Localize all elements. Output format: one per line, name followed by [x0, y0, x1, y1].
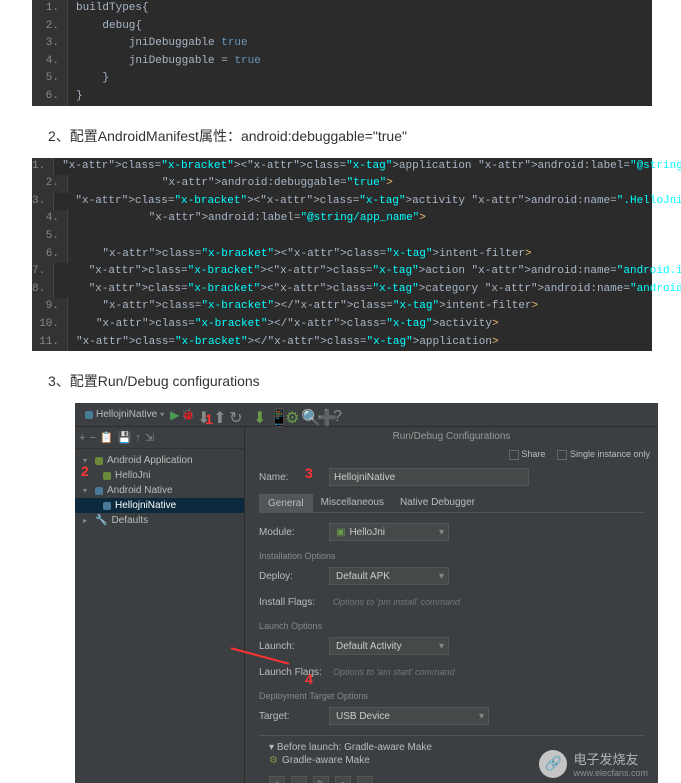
add-config-button[interactable]: +	[79, 432, 85, 444]
native-icon	[95, 487, 103, 495]
tab-general[interactable]: General	[259, 494, 313, 513]
edit-task-button[interactable]: ✎	[313, 776, 329, 783]
install-flags-label: Install Flags:	[259, 597, 329, 608]
launch-section-label: Launch Options	[259, 621, 644, 631]
tree-android-native[interactable]: ▾Android Native	[75, 483, 244, 498]
android-icon	[103, 472, 111, 480]
code-block-gradle: 1.buildTypes{ 2. debug{ 3. jniDebuggable…	[32, 0, 652, 106]
run-icon[interactable]: ▶	[170, 408, 179, 422]
remove-task-button[interactable]: −	[291, 776, 307, 783]
module-label: Module:	[259, 527, 329, 538]
step-2-heading: 2、配置AndroidManifest属性：android:debuggable…	[48, 126, 649, 146]
step-3-heading: 3、配置Run/Debug configurations	[48, 371, 649, 391]
launch-flags-label: Launch Flags:	[259, 667, 329, 678]
wrench-icon: 🔧	[95, 515, 107, 526]
toolbar-icon[interactable]: ⬇	[253, 408, 267, 422]
ide-screenshot: HellojniNative ▾ ▶ 🐞 ⬇ ⬆ ↻ ⬇ 📱 ⚙ 🔍 ➕ ? +…	[75, 403, 658, 783]
target-label: Target:	[259, 711, 329, 722]
tree-hellojni-native[interactable]: HellojniNative	[75, 498, 244, 513]
remove-config-button[interactable]: −	[89, 432, 95, 444]
collapse-button[interactable]: ⇲	[145, 431, 154, 444]
toolbar-icon[interactable]: ↻	[229, 408, 243, 422]
line-number: 1.	[32, 0, 68, 18]
install-section-label: Installation Options	[259, 551, 644, 561]
tree-hellojni[interactable]: HelloJni	[75, 468, 244, 483]
move-up-button[interactable]: ↑	[135, 432, 141, 444]
config-form-panel: Run/Debug Configurations Share Single in…	[245, 427, 658, 783]
toolbar-icon[interactable]: ➕	[317, 408, 331, 422]
config-tabs: General Miscellaneous Native Debugger	[259, 494, 644, 513]
debug-icon[interactable]: 🐞	[181, 408, 195, 421]
toolbar-icon[interactable]: ⚙	[285, 408, 299, 422]
deploy-label: Deploy:	[259, 571, 329, 582]
module-dropdown[interactable]: ▣HelloJni	[329, 523, 449, 541]
move-down-task-button[interactable]: ↓	[357, 776, 373, 783]
code-block-manifest: 1."x-attr">class="x-bracket"><"x-attr">c…	[32, 158, 652, 352]
toolbar-icon[interactable]: ?	[333, 408, 347, 422]
android-icon	[95, 457, 103, 465]
add-task-button[interactable]: +	[269, 776, 285, 783]
launch-dropdown[interactable]: Default Activity	[329, 637, 449, 655]
main-toolbar: HellojniNative ▾ ▶ 🐞 ⬇ ⬆ ↻ ⬇ 📱 ⚙ 🔍 ➕ ?	[75, 403, 658, 427]
run-config-selector[interactable]: HellojniNative ▾	[81, 409, 168, 420]
config-tree: ▾Android Application HelloJni ▾Android N…	[75, 449, 244, 532]
launch-label: Launch:	[259, 641, 329, 652]
save-config-button[interactable]: 💾	[118, 431, 132, 444]
tree-android-app[interactable]: ▾Android Application	[75, 453, 244, 468]
name-label: Name:	[259, 472, 329, 483]
tree-toolbar: + − 📋 💾 ↑ ⇲	[75, 427, 244, 449]
target-dropdown[interactable]: USB Device	[329, 707, 489, 725]
native-icon	[85, 411, 93, 419]
tab-miscellaneous[interactable]: Miscellaneous	[313, 494, 392, 512]
share-checkbox[interactable]: Share	[509, 449, 546, 460]
toolbar-icon[interactable]: 🔍	[301, 408, 315, 422]
toolbar-icon[interactable]: 📱	[269, 408, 283, 422]
deploy-dropdown[interactable]: Default APK	[329, 567, 449, 585]
toolbar-icon[interactable]: ⬇	[197, 408, 211, 422]
launch-flags-input[interactable]	[329, 663, 529, 681]
dialog-title: Run/Debug Configurations	[245, 427, 658, 446]
copy-config-button[interactable]: 📋	[100, 431, 114, 444]
name-input[interactable]	[329, 468, 529, 486]
deploy-target-section-label: Deployment Target Options	[259, 691, 644, 701]
tab-native-debugger[interactable]: Native Debugger	[392, 494, 483, 512]
watermark-logo-icon: 🔗	[539, 750, 567, 778]
install-flags-input[interactable]	[329, 593, 529, 611]
config-tree-panel: + − 📋 💾 ↑ ⇲ ▾Android Application HelloJn…	[75, 427, 245, 783]
watermark: 🔗 电子发烧友 www.elecfans.com	[539, 749, 648, 778]
gear-icon: ⚙	[269, 755, 278, 766]
toolbar-icon[interactable]: ⬆	[213, 408, 227, 422]
native-icon	[103, 502, 111, 510]
single-instance-checkbox[interactable]: Single instance only	[557, 449, 650, 460]
tree-defaults[interactable]: ▸🔧Defaults	[75, 513, 244, 528]
move-up-task-button[interactable]: ↑	[335, 776, 351, 783]
